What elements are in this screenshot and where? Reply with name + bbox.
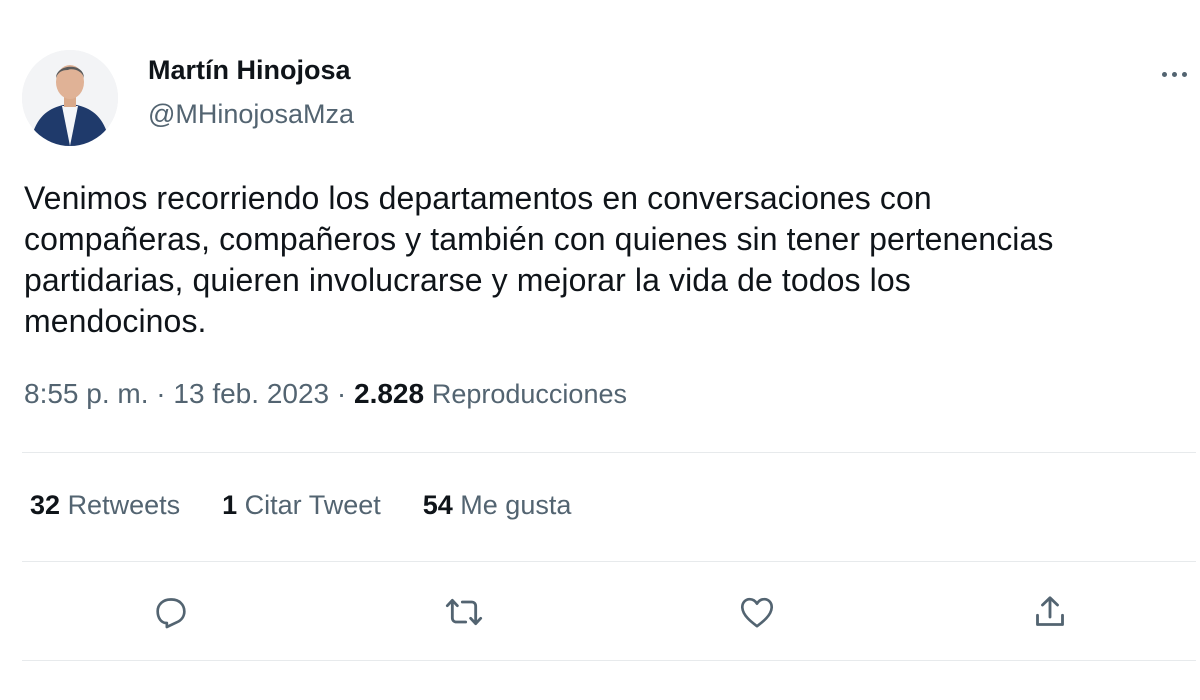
tweet-text-line: compañeras, compañeros y también con qui… bbox=[24, 221, 1054, 257]
reply-icon bbox=[156, 598, 186, 629]
views-count: 2.828 bbox=[354, 378, 425, 409]
tweet-date[interactable]: 13 feb. 2023 bbox=[173, 378, 329, 409]
quotes-label: Citar Tweet bbox=[244, 490, 381, 520]
author-name[interactable]: Martín Hinojosa bbox=[148, 55, 351, 86]
retweets-label: Retweets bbox=[67, 490, 181, 520]
more-horizontal-icon bbox=[1161, 71, 1187, 77]
reply-button[interactable] bbox=[149, 590, 193, 634]
more-options-button[interactable] bbox=[1150, 56, 1198, 92]
likes-count: 54 bbox=[422, 490, 453, 520]
retweet-icon bbox=[445, 598, 483, 626]
tweet-text: Venimos recorriendo los departamentos en… bbox=[24, 178, 1194, 342]
likes-label: Me gusta bbox=[460, 490, 572, 520]
tweet-time[interactable]: 8:55 p. m. bbox=[24, 378, 149, 409]
share-button[interactable] bbox=[1028, 590, 1072, 634]
tweet-text-line: Venimos recorriendo los departamentos en… bbox=[24, 180, 932, 216]
heart-icon bbox=[740, 597, 774, 628]
retweets-stat[interactable]: 32 Retweets bbox=[30, 490, 180, 521]
likes-stat[interactable]: 54 Me gusta bbox=[423, 490, 572, 521]
tweet-stats: 32 Retweets 1 Citar Tweet 54 Me gusta bbox=[30, 490, 613, 521]
tweet-text-line: mendocinos. bbox=[24, 303, 207, 339]
tweet-text-line: partidarias, quieren involucrarse y mejo… bbox=[24, 262, 911, 298]
quotes-stat[interactable]: 1 Citar Tweet bbox=[222, 490, 381, 521]
meta-separator: · bbox=[336, 378, 347, 409]
views-label: Reproducciones bbox=[431, 379, 627, 409]
divider bbox=[22, 561, 1196, 562]
share-icon bbox=[1036, 596, 1064, 626]
divider bbox=[22, 660, 1196, 661]
tweet-meta: 8:55 p. m. · 13 feb. 2023 · 2.828 Reprod… bbox=[24, 378, 627, 410]
tweet-card: Martín Hinojosa @MHinojosaMza Venimos re… bbox=[0, 0, 1200, 700]
meta-separator: · bbox=[156, 378, 166, 409]
like-button[interactable] bbox=[735, 590, 779, 634]
author-handle[interactable]: @MHinojosaMza bbox=[148, 99, 354, 130]
avatar[interactable] bbox=[22, 50, 118, 146]
avatar-image bbox=[22, 50, 118, 146]
divider bbox=[22, 452, 1196, 453]
retweets-count: 32 bbox=[30, 490, 61, 520]
quotes-count: 1 bbox=[222, 490, 238, 520]
retweet-button[interactable] bbox=[442, 590, 486, 634]
